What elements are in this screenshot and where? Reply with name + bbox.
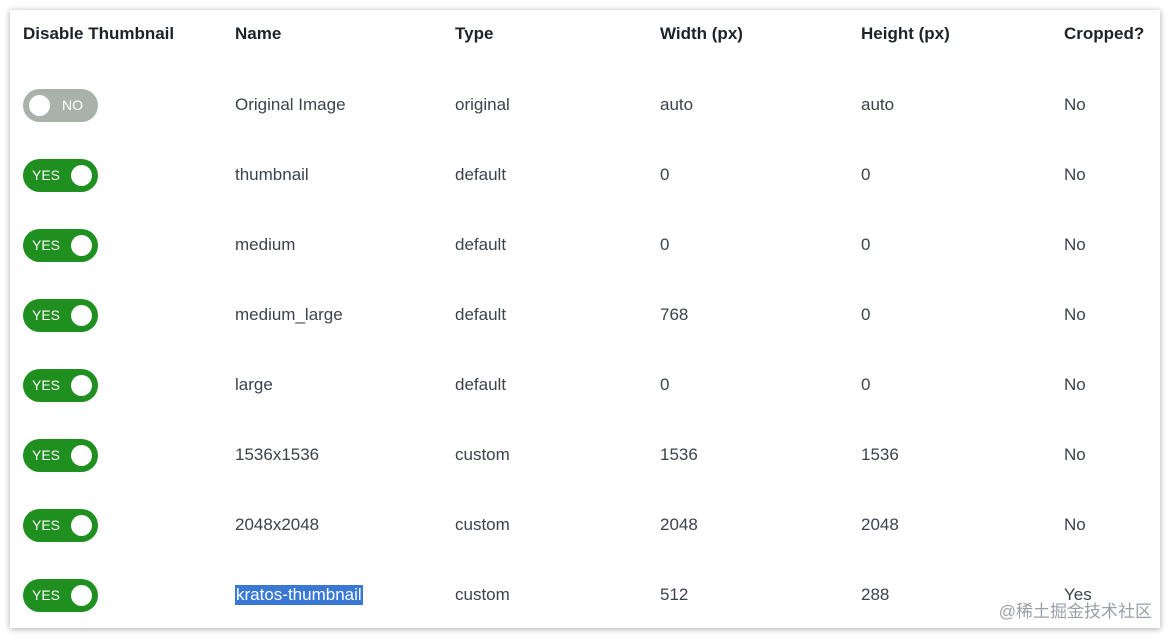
size-cropped: No bbox=[1064, 235, 1086, 254]
column-header-name: Name bbox=[235, 24, 282, 43]
size-type: default bbox=[455, 235, 507, 254]
size-type: custom bbox=[455, 585, 510, 604]
disable-thumbnail-toggle[interactable]: YES bbox=[23, 228, 98, 262]
table-row: YES medium default 0 0 No bbox=[10, 210, 1160, 280]
size-width: 1536 bbox=[660, 445, 698, 464]
disable-thumbnail-toggle[interactable]: YES bbox=[23, 508, 98, 542]
size-height: 2048 bbox=[861, 515, 899, 534]
table-header: Disable Thumbnail Name Type Width (px) H… bbox=[10, 10, 1160, 58]
table-row: YES 1536x1536 custom 1536 1536 No bbox=[10, 420, 1160, 490]
toggle-knob bbox=[71, 514, 92, 536]
size-name-selected: kratos-thumbnail bbox=[235, 585, 363, 605]
size-type: custom bbox=[455, 515, 510, 534]
toggle-label: YES bbox=[32, 236, 61, 253]
size-name: 1536x1536 bbox=[235, 445, 320, 464]
size-width: 768 bbox=[660, 305, 689, 324]
toggle-label: YES bbox=[32, 446, 61, 463]
size-name: large bbox=[235, 375, 273, 394]
size-type: original bbox=[455, 95, 510, 114]
toggle-label: YES bbox=[32, 586, 61, 603]
size-name: Original Image bbox=[235, 95, 346, 114]
toggle-knob bbox=[71, 584, 92, 606]
watermark: @稀土掘金技术社区 bbox=[998, 602, 1152, 621]
table-row: YES kratos-thumbnail custom 512 288 Yes bbox=[10, 560, 1160, 628]
toggle-label: NO bbox=[62, 96, 83, 113]
size-type: default bbox=[455, 305, 507, 324]
size-width: 0 bbox=[660, 235, 670, 254]
column-header-height: Height (px) bbox=[861, 24, 950, 43]
toggle-label: YES bbox=[32, 516, 61, 533]
table-row: YES 2048x2048 custom 2048 2048 No bbox=[10, 490, 1160, 560]
size-type: default bbox=[455, 375, 507, 394]
column-header-cropped: Cropped? bbox=[1064, 24, 1145, 43]
size-height: 1536 bbox=[861, 445, 899, 464]
size-name: medium_large bbox=[235, 305, 343, 324]
table-row: YES large default 0 0 No bbox=[10, 350, 1160, 420]
table-row: YES thumbnail default 0 0 No bbox=[10, 140, 1160, 210]
disable-thumbnail-toggle[interactable]: YES bbox=[23, 578, 98, 612]
toggle-label: YES bbox=[32, 166, 61, 183]
size-cropped: No bbox=[1064, 515, 1086, 534]
disable-thumbnail-toggle[interactable]: YES bbox=[23, 368, 98, 402]
size-width: 512 bbox=[660, 585, 689, 604]
size-cropped: No bbox=[1064, 165, 1086, 184]
disable-thumbnail-toggle[interactable]: NO bbox=[23, 88, 98, 122]
toggle-knob bbox=[71, 374, 92, 396]
toggle-label: YES bbox=[32, 306, 61, 323]
toggle-label: YES bbox=[32, 376, 61, 393]
image-sizes-table: Disable Thumbnail Name Type Width (px) H… bbox=[10, 10, 1160, 628]
size-cropped: No bbox=[1064, 305, 1086, 324]
size-name: thumbnail bbox=[235, 165, 309, 184]
disable-thumbnail-toggle[interactable]: YES bbox=[23, 438, 98, 472]
size-name: medium bbox=[235, 235, 296, 254]
toggle-knob bbox=[29, 94, 50, 116]
size-width: 0 bbox=[660, 375, 670, 394]
size-cropped: No bbox=[1064, 445, 1086, 464]
size-height: 288 bbox=[861, 585, 890, 604]
size-height: auto bbox=[861, 95, 895, 114]
column-header-disable-thumbnail: Disable Thumbnail bbox=[23, 24, 175, 43]
column-header-type: Type bbox=[455, 24, 494, 43]
size-name: 2048x2048 bbox=[235, 515, 320, 534]
size-height: 0 bbox=[861, 375, 871, 394]
size-width: 2048 bbox=[660, 515, 698, 534]
toggle-knob bbox=[71, 304, 92, 326]
table-row: YES medium_large default 768 0 No bbox=[10, 280, 1160, 350]
toggle-knob bbox=[71, 234, 92, 256]
toggle-knob bbox=[71, 164, 92, 186]
size-width: 0 bbox=[660, 165, 670, 184]
size-type: default bbox=[455, 165, 507, 184]
size-height: 0 bbox=[861, 305, 871, 324]
size-width: auto bbox=[660, 95, 694, 114]
table-row: NO Original Image original auto auto No bbox=[10, 70, 1160, 140]
disable-thumbnail-toggle[interactable]: YES bbox=[23, 158, 98, 192]
size-cropped: No bbox=[1064, 95, 1086, 114]
column-header-width: Width (px) bbox=[660, 24, 743, 43]
size-height: 0 bbox=[861, 235, 871, 254]
size-type: custom bbox=[455, 445, 510, 464]
toggle-knob bbox=[71, 444, 92, 466]
disable-thumbnail-toggle[interactable]: YES bbox=[23, 298, 98, 332]
size-height: 0 bbox=[861, 165, 871, 184]
size-cropped: No bbox=[1064, 375, 1086, 394]
